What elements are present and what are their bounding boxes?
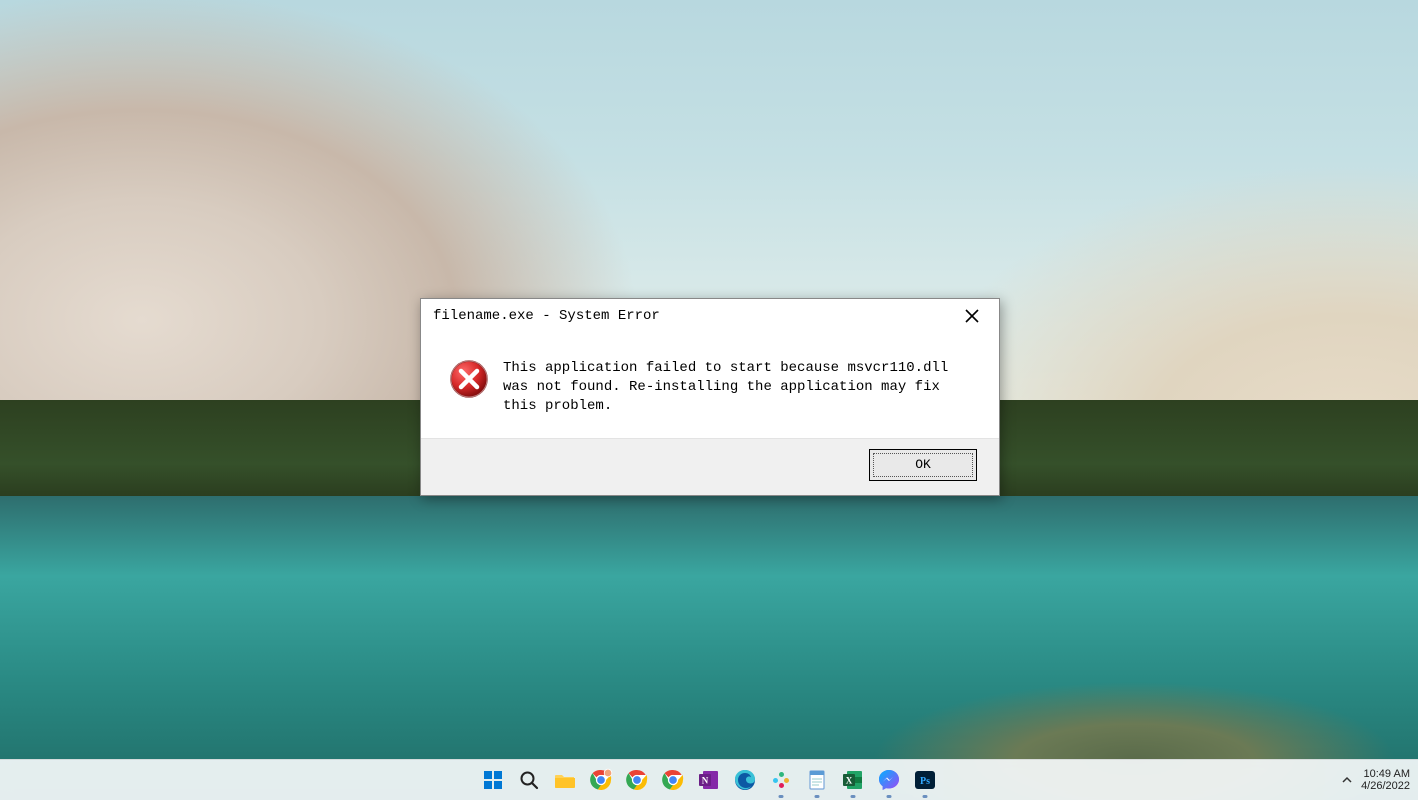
error-message: This application failed to start because… (503, 359, 971, 416)
close-icon (965, 309, 979, 323)
clock[interactable]: 10:49 AM 4/26/2022 (1361, 768, 1410, 792)
ok-button-label: OK (915, 457, 931, 472)
tray-date: 4/26/2022 (1361, 780, 1410, 792)
dialog-titlebar[interactable]: filename.exe - System Error (421, 299, 999, 333)
error-icon (449, 359, 489, 399)
tray-time: 10:49 AM (1364, 768, 1410, 780)
svg-text:N: N (702, 776, 709, 786)
taskbar-excel[interactable]: X (840, 767, 866, 793)
chrome-icon (625, 768, 649, 792)
close-button[interactable] (955, 302, 989, 330)
magnifier-icon (517, 768, 541, 792)
system-tray[interactable]: 10:49 AM 4/26/2022 (1341, 760, 1410, 800)
windows-icon (481, 768, 505, 792)
chrome-icon (589, 768, 613, 792)
taskbar-notepad[interactable] (804, 767, 830, 793)
edge-icon (733, 768, 757, 792)
chrome-icon (661, 768, 685, 792)
dialog-body: This application failed to start because… (421, 333, 999, 438)
desktop-wallpaper[interactable]: filename.exe - System Error (0, 0, 1418, 800)
onenote-icon: N (697, 768, 721, 792)
taskbar-search[interactable] (516, 767, 542, 793)
taskbar-edge[interactable] (732, 767, 758, 793)
svg-text:Ps: Ps (920, 776, 930, 787)
taskbar-chrome-profile-2[interactable] (624, 767, 650, 793)
messenger-icon (877, 768, 901, 792)
taskbar-start[interactable] (480, 767, 506, 793)
taskbar-center: N X Ps (480, 767, 938, 793)
error-dialog: filename.exe - System Error (420, 298, 1000, 496)
ok-button[interactable]: OK (869, 449, 977, 481)
taskbar-explorer[interactable] (552, 767, 578, 793)
excel-icon: X (841, 768, 865, 792)
slack-icon (769, 768, 793, 792)
taskbar-onenote[interactable]: N (696, 767, 722, 793)
svg-text:X: X (846, 776, 853, 786)
taskbar-photoshop[interactable]: Ps (912, 767, 938, 793)
folder-icon (553, 768, 577, 792)
taskbar: N X Ps 10:49 AM 4/26/2022 (0, 759, 1418, 800)
taskbar-chrome-profile-3[interactable] (660, 767, 686, 793)
notepad-icon (805, 768, 829, 792)
chevron-up-icon[interactable] (1341, 774, 1353, 786)
dialog-footer: OK (421, 438, 999, 495)
photoshop-icon: Ps (913, 768, 937, 792)
dialog-title: filename.exe - System Error (433, 308, 660, 324)
taskbar-chrome-profile-1[interactable] (588, 767, 614, 793)
taskbar-messenger[interactable] (876, 767, 902, 793)
taskbar-slack[interactable] (768, 767, 794, 793)
